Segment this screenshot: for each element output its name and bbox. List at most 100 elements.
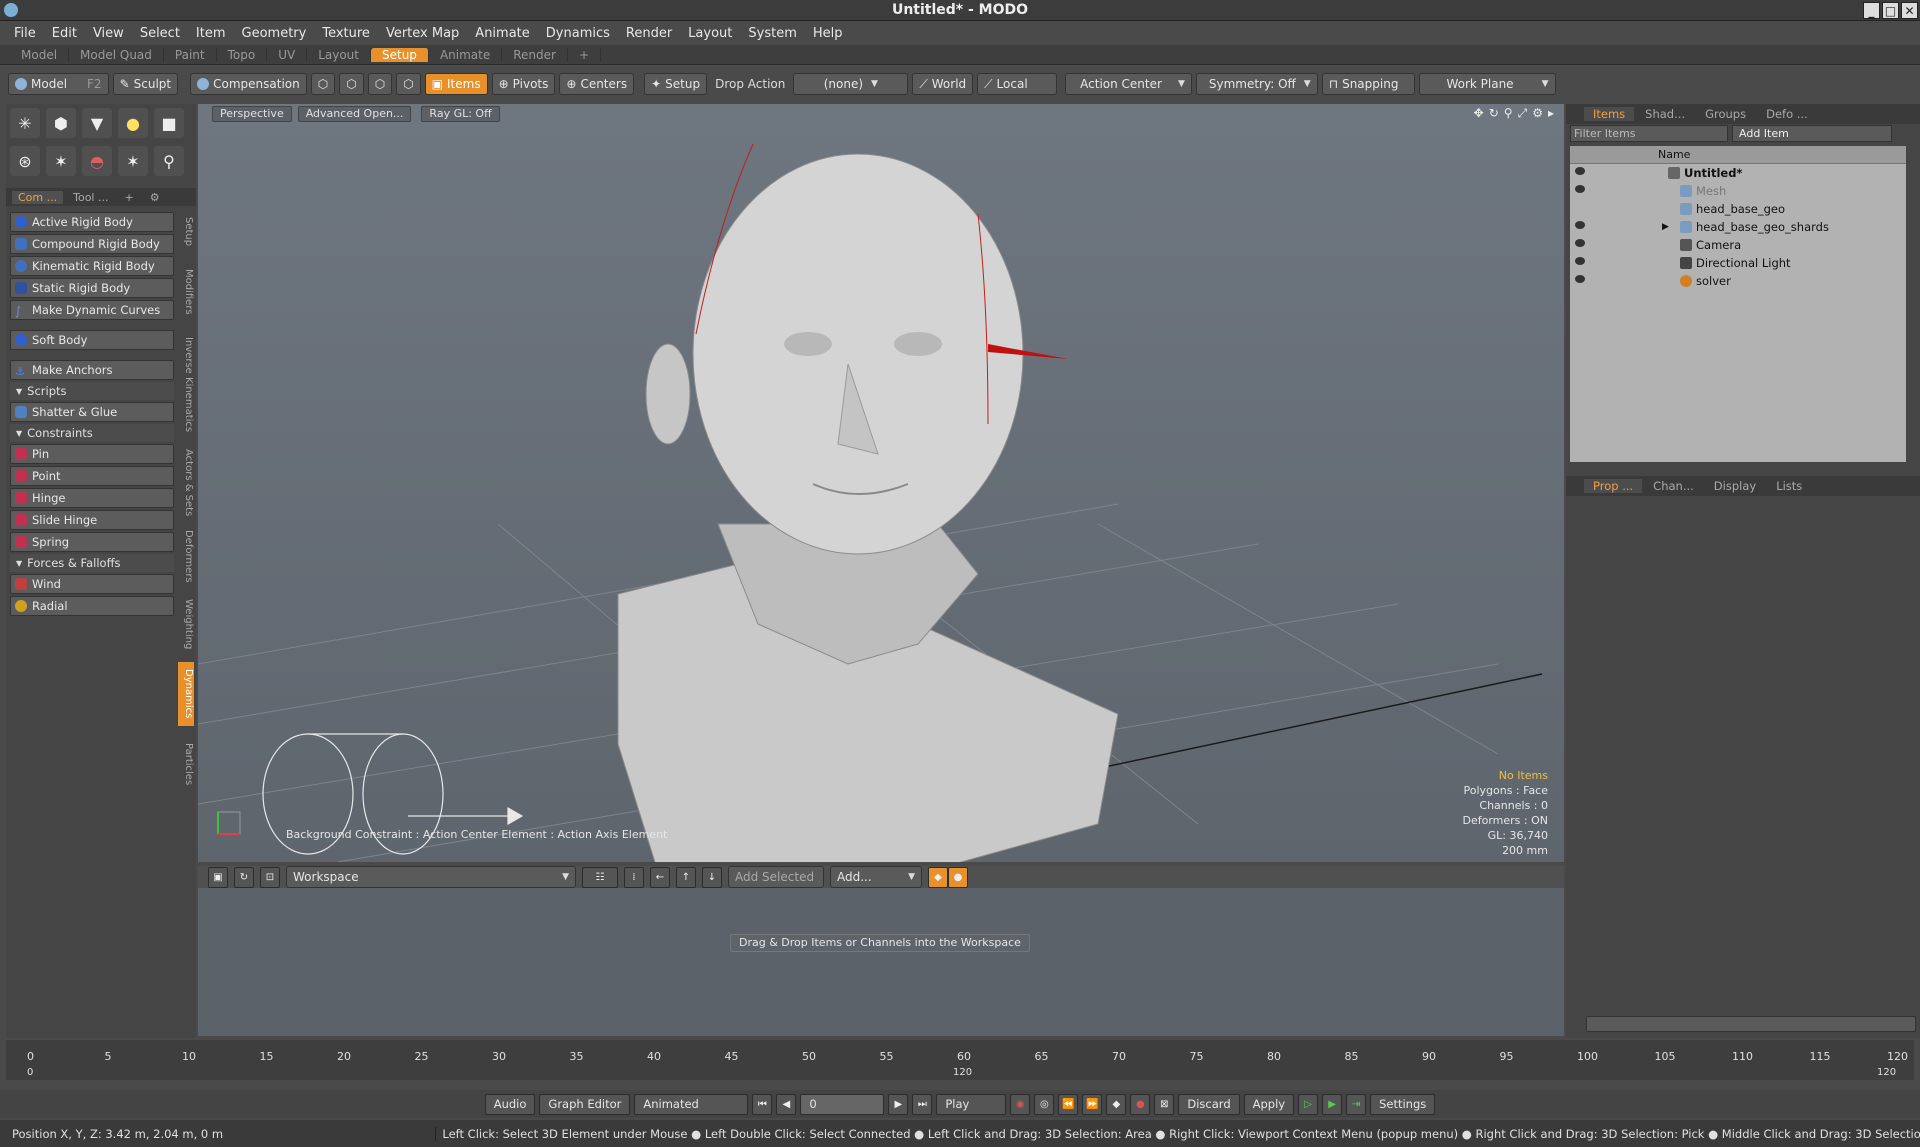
simulate-step-icon[interactable]: ⇥ <box>1346 1093 1367 1115</box>
list-item[interactable]: solver <box>1570 272 1906 290</box>
chevron-right-icon[interactable]: ▸ <box>1548 106 1554 121</box>
list-item[interactable]: ▶ head_base_geo_shards <box>1570 218 1906 236</box>
tab-display[interactable]: Display <box>1705 479 1765 493</box>
arrow-left-icon[interactable]: ← <box>650 866 670 888</box>
wind-force-button[interactable]: Wind <box>10 574 174 594</box>
sculpt-mode-button[interactable]: ✎ Sculpt <box>112 73 179 95</box>
vtab-particles[interactable]: Particles <box>178 734 194 794</box>
eye-icon[interactable] <box>1575 167 1585 175</box>
tab-tool[interactable]: Tool ... <box>67 191 114 204</box>
tab-setup[interactable]: Setup <box>371 47 429 62</box>
snapping-button[interactable]: ⊓ Snapping <box>1321 73 1416 95</box>
add-tab-icon[interactable]: + <box>118 191 139 204</box>
step-back-icon[interactable]: ◀ <box>776 1093 797 1115</box>
pivots-select-button[interactable]: ⊕ Pivots <box>491 73 556 95</box>
workspace-dropdown[interactable]: Workspace ▼ <box>286 866 576 888</box>
list-item[interactable]: Untitled* <box>1570 164 1906 182</box>
axis-gizmo-icon[interactable]: ✶ <box>118 146 148 176</box>
tab-paint[interactable]: Paint <box>164 47 217 62</box>
model-mode-button[interactable]: Model F2 <box>8 73 109 95</box>
vtab-actors-sets[interactable]: Actors & Sets <box>178 448 194 518</box>
vtab-inverse-kinematics[interactable]: Inverse Kinematics <box>178 330 194 440</box>
prev-key-icon[interactable]: ⏪ <box>1058 1093 1079 1115</box>
add-dropdown[interactable]: Add... ▼ <box>830 866 922 888</box>
menu-animate[interactable]: Animate <box>467 26 537 41</box>
record-icon[interactable]: ◉ <box>1010 1093 1031 1115</box>
compensation-button[interactable]: Compensation <box>190 73 307 95</box>
add-item-dropdown[interactable]: Add Item <box>1732 125 1892 142</box>
work-plane-dropdown[interactable]: Work Plane ▼ <box>1419 73 1556 95</box>
drop-action-dropdown[interactable]: (none) ▼ <box>793 73 909 95</box>
vtab-setup[interactable]: Setup <box>178 212 194 252</box>
skip-start-icon[interactable]: ⏮ <box>752 1093 773 1115</box>
tab-animate[interactable]: Animate <box>429 47 503 62</box>
point-constraint-button[interactable]: Point <box>10 466 174 486</box>
tab-lists[interactable]: Lists <box>1767 479 1811 493</box>
sphere-falloff-icon[interactable]: ◓ <box>82 146 112 176</box>
transform-icon[interactable]: ✳ <box>10 108 40 138</box>
eye-icon[interactable] <box>1575 239 1585 247</box>
tab-deformers[interactable]: Defo ... <box>1757 107 1817 121</box>
workspace-area[interactable]: Drag & Drop Items or Channels into the W… <box>198 888 1564 1036</box>
maximize-icon[interactable]: ⤢ <box>1518 106 1528 121</box>
key-icon[interactable]: ◆ <box>1106 1093 1127 1115</box>
frame-field[interactable]: 0 <box>800 1093 885 1115</box>
list-item[interactable]: Camera <box>1570 236 1906 254</box>
next-key-icon[interactable]: ⏩ <box>1082 1093 1103 1115</box>
shatter-glue-button[interactable]: Shatter & Glue <box>10 402 174 422</box>
simulate-play-icon[interactable]: ▷ <box>1298 1093 1319 1115</box>
menu-dynamics[interactable]: Dynamics <box>538 26 618 41</box>
materials-select-button[interactable]: ⬡ <box>396 73 421 95</box>
symmetry-dropdown[interactable]: Symmetry: Off ▼ <box>1195 73 1318 95</box>
vtab-modifiers[interactable]: Modifiers <box>178 262 194 322</box>
graph-editor-button[interactable]: Graph Editor <box>539 1093 631 1115</box>
vtab-weighting[interactable]: Weighting <box>178 594 194 654</box>
discard-button[interactable]: Discard <box>1178 1093 1240 1115</box>
set-key-icon[interactable]: ● <box>1130 1093 1151 1115</box>
tab-groups[interactable]: Groups <box>1696 107 1755 121</box>
menu-texture[interactable]: Texture <box>314 26 378 41</box>
shading-mode-button[interactable]: Advanced Open... <box>297 106 412 122</box>
eye-icon[interactable] <box>1575 185 1585 193</box>
eye-icon[interactable] <box>1575 221 1585 229</box>
add-selected-button[interactable]: Add Selected <box>728 866 824 888</box>
active-rigid-body-button[interactable]: Active Rigid Body <box>10 212 174 232</box>
pan-icon[interactable]: ✥ <box>1474 106 1484 121</box>
tab-properties[interactable]: Prop ... <box>1584 479 1643 493</box>
gear-icon[interactable]: ⚙ <box>144 191 166 204</box>
tab-render[interactable]: Render <box>502 47 568 62</box>
gear-icon[interactable]: ⚙ <box>1532 106 1543 121</box>
action-center-dropdown[interactable]: Action Center ▼ <box>1065 73 1192 95</box>
tab-commands[interactable]: Com ... <box>12 190 64 204</box>
menu-geometry[interactable]: Geometry <box>234 26 315 41</box>
arrow-down-icon[interactable]: ↓ <box>702 866 722 888</box>
menu-vertex-map[interactable]: Vertex Map <box>378 26 467 41</box>
light-point-icon[interactable]: ● <box>118 108 148 138</box>
forces-section[interactable]: ▼ Forces & Falloffs <box>10 554 174 572</box>
local-button[interactable]: ⟋ Local <box>977 73 1058 95</box>
view-type-button[interactable]: Perspective <box>212 106 292 122</box>
tab-model[interactable]: Model <box>10 47 70 62</box>
eye-icon[interactable] <box>1575 257 1585 265</box>
layout-icon[interactable]: ⁞ <box>624 866 644 888</box>
key-all-icon[interactable]: ● <box>948 866 968 888</box>
auto-key-icon[interactable]: ◎ <box>1034 1093 1055 1115</box>
command-input[interactable] <box>1586 1016 1916 1032</box>
make-anchors-button[interactable]: ⚓ Make Anchors <box>10 360 174 380</box>
rotate-icon[interactable]: ↻ <box>1489 106 1499 121</box>
maximize-button[interactable]: □ <box>1882 2 1899 19</box>
workspace-refresh-icon[interactable]: ↻ <box>234 866 254 888</box>
menu-select[interactable]: Select <box>132 26 188 41</box>
tab-model-quad[interactable]: Model Quad <box>69 47 164 62</box>
menu-view[interactable]: View <box>85 26 132 41</box>
menu-layout[interactable]: Layout <box>680 26 740 41</box>
list-item[interactable]: head_base_geo <box>1570 200 1906 218</box>
apply-button[interactable]: Apply <box>1243 1093 1295 1115</box>
filter-items-input[interactable]: Filter Items <box>1570 125 1728 142</box>
close-button[interactable]: ✕ <box>1901 2 1918 19</box>
simulate-icon[interactable]: ▶ <box>1322 1093 1343 1115</box>
menu-help[interactable]: Help <box>805 26 851 41</box>
delete-key-icon[interactable]: ⊠ <box>1154 1093 1175 1115</box>
tab-topo[interactable]: Topo <box>217 47 268 62</box>
animated-dropdown[interactable]: Animated <box>634 1093 749 1115</box>
